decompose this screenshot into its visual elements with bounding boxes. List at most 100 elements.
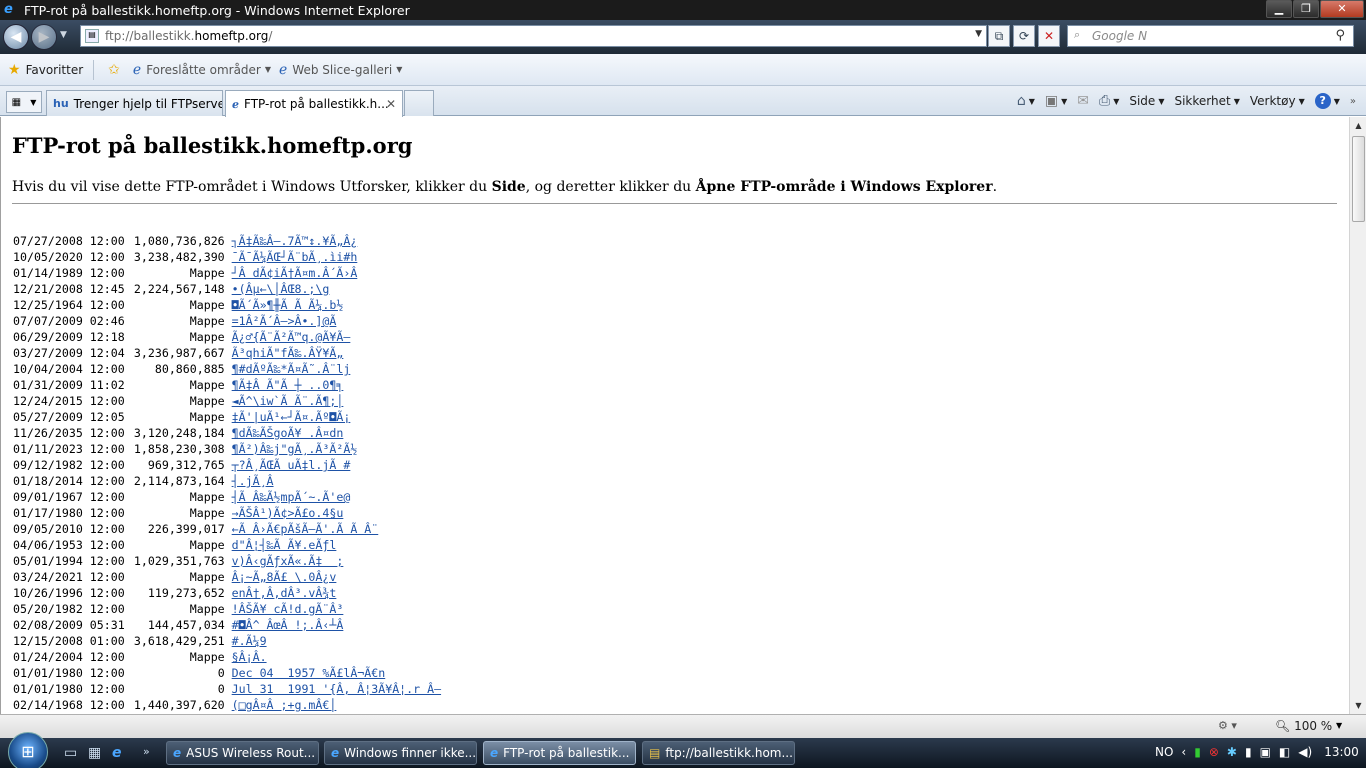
scroll-thumb[interactable]: [1352, 136, 1365, 222]
network-icon[interactable]: ▣: [1260, 745, 1271, 759]
entry-link[interactable]: ┐Ã‡Ã‰Â–.7Ã™↕.¥Ã„Â¿: [232, 234, 358, 248]
tray-expand-icon[interactable]: ‹: [1181, 745, 1186, 759]
web-slice-gallery-button[interactable]: ℯ Web Slice-galleri ▼: [279, 62, 402, 78]
tab-ftp-help[interactable]: hu Trenger hjelp til FTPserver ...: [46, 90, 223, 116]
taskbar-item-ftp-root[interactable]: e FTP-rot på ballestik...: [483, 741, 636, 765]
forward-button[interactable]: ▶: [31, 24, 57, 50]
quick-tabs-button[interactable]: ▦ ▼: [6, 91, 42, 113]
sync-icon[interactable]: ◧: [1279, 745, 1290, 759]
entry-link[interactable]: Â¡~Ã„8Ã£ \.0Â¿v: [232, 570, 337, 584]
entry-link[interactable]: ¶#dÃºÃ‰*Ã¤Ã˜.Â¨lj: [232, 362, 351, 376]
scroll-up-icon[interactable]: ▲: [1350, 117, 1366, 134]
entry-link[interactable]: enÂ†,Â,dÂ³.vÂ¾t: [232, 586, 337, 600]
vertical-scrollbar[interactable]: ▲ ▼: [1349, 117, 1366, 714]
favorites-button[interactable]: ★ Favoritter: [8, 62, 83, 78]
recent-pages-dropdown[interactable]: ▼: [60, 30, 67, 40]
entry-link[interactable]: ◘Ã´Ã»¶╫Ã Ã Ã¼.b½: [232, 298, 344, 312]
volume-icon[interactable]: ◀): [1298, 745, 1312, 759]
directory-listing: 07/27/2008 12:00 1,080,736,826 ┐Ã‡Ã‰Â–.7…: [13, 233, 441, 713]
address-dropdown-icon[interactable]: ▼: [975, 29, 982, 39]
entry-date: 09/12/1982 12:00: [13, 458, 125, 472]
read-mail-button[interactable]: ✉: [1077, 93, 1089, 109]
tab-ftp-root[interactable]: ℯ FTP-rot på ballestikk.h... ✕: [225, 90, 403, 117]
entry-link[interactable]: Ã³qhiÃ"fÃ‰.ÂŸ¥Ã„: [232, 346, 344, 360]
entry-link[interactable]: →ÃŠÂ¹)Ã¢>Ã£o.4§u: [232, 506, 344, 520]
search-icon[interactable]: ⚲: [1335, 28, 1345, 43]
stop-icon[interactable]: ✕: [1038, 25, 1060, 47]
chevron-icon[interactable]: »: [1350, 96, 1356, 107]
protected-mode-icon[interactable]: ⚙ ▾: [1218, 719, 1237, 732]
taskbar-item-ftp-explorer[interactable]: ▤ ftp://ballestikk.hom...: [642, 741, 795, 765]
chevron-down-icon: ▼: [396, 65, 403, 74]
entry-link[interactable]: ┘Â dÃ¢iÃ†Ã¤m.Â´Ã›Â: [232, 266, 358, 280]
ie-quicklaunch-icon[interactable]: e: [112, 745, 122, 761]
taskbar-item-asus[interactable]: e ASUS Wireless Rout...: [166, 741, 319, 765]
entry-link[interactable]: ¯Ã¯Ã¼ÃŒ┘Ã¨bÃ¸.ìi#h: [232, 250, 358, 264]
start-button[interactable]: ⊞: [8, 732, 48, 768]
entry-link[interactable]: #.Ã¼9: [232, 634, 267, 648]
app-tray-icon[interactable]: ▮: [1194, 745, 1201, 759]
entry-link[interactable]: (□gÂ¤Â ;+g.mÂ€│: [232, 698, 337, 712]
entry-link[interactable]: ◄Ã^\iw`Ã Ã¨.Ã¶;│: [232, 394, 344, 408]
entry-link[interactable]: v)Â‹gÃƒxÃ«.Ã‡ ;: [232, 554, 344, 568]
listing-row: 03/24/2021 12:00 Mappe Â¡~Ã„8Ã£ \.0Â¿v: [13, 569, 441, 585]
entry-link[interactable]: ‡Ã'|uÃ¹←┘Ã¤.Ãº◘Ã¡: [232, 410, 351, 424]
language-indicator[interactable]: NO: [1155, 745, 1173, 759]
entry-link[interactable]: Jul 31 1991 '{Â, Â¦3Ã¥Â¦.r Â–: [232, 682, 441, 696]
entry-link[interactable]: ¶Ã²)Â‰j"gÃ¸.Ã³Ã²Ã½: [232, 442, 358, 456]
entry-link[interactable]: ←Ã Â›Ã€pÃšÃ–Ã'.Ã Ã Â¨: [232, 522, 379, 536]
address-url[interactable]: ftp://ballestikk.homeftp.org/: [105, 29, 272, 43]
entry-link[interactable]: ¶Ã‡Â Ã"Ã ┼ ..0¶╕: [232, 378, 344, 392]
entry-link[interactable]: Ã¿♂{Ã¨Ã²Ã™q.@Ã¥Ã–: [232, 330, 351, 344]
entry-date: 12/15/2008 01:00: [13, 634, 125, 648]
entry-link[interactable]: =1Â²Ã´Â–>Â•.]@Ã: [232, 314, 337, 328]
tab-list-dropdown-icon[interactable]: ▼: [30, 98, 36, 107]
zoom-level[interactable]: 🔍︎ 100 %: [1275, 719, 1332, 733]
listing-row: 01/01/1980 12:00 0 Dec 04 1957 %Ã£lÂ¬Ã€n: [13, 665, 441, 681]
print-button[interactable]: ⎙ ▼: [1099, 93, 1119, 109]
security-tray-icon[interactable]: ⊗: [1209, 745, 1219, 759]
search-box[interactable]: ⌕ Google N ⚲: [1067, 25, 1354, 47]
entry-link[interactable]: !ÂŠÃ¥ cÃ!d.gÃ¨Â³: [232, 602, 344, 616]
scroll-down-icon[interactable]: ▼: [1350, 697, 1366, 714]
entry-link[interactable]: •(Âµ←\│ÂŒ8.;\g: [232, 282, 330, 296]
close-tab-icon[interactable]: ✕: [386, 97, 396, 111]
maximize-button[interactable]: ❐: [1293, 0, 1319, 18]
entry-link[interactable]: ┤Ã Â‰Ã½mpÃ´~.Ã'e@: [232, 490, 351, 504]
address-bar[interactable]: ▤ ftp://ballestikk.homeftp.org/ ▼: [80, 25, 987, 47]
entry-link[interactable]: d"Â¦┤‰Ã Ã¥.eÃƒl: [232, 538, 337, 552]
help-button[interactable]: ? ▼: [1314, 93, 1340, 109]
feeds-button[interactable]: ▣ ▼: [1045, 93, 1067, 109]
entry-link[interactable]: ¶dÃ‰ÃŠgoÃ¥ .Â¤dn: [232, 426, 344, 440]
entry-link[interactable]: §Â¡Â.: [232, 650, 267, 664]
compatibility-view-icon[interactable]: ⧉: [988, 25, 1010, 47]
safety-menu[interactable]: Sikkerhet ▼: [1174, 94, 1239, 108]
tools-menu[interactable]: Verktøy ▼: [1250, 94, 1305, 108]
refresh-icon[interactable]: ⟳: [1013, 25, 1035, 47]
power-icon[interactable]: ▮: [1245, 745, 1252, 759]
taskbar-item-windows-finner[interactable]: e Windows finner ikke...: [324, 741, 477, 765]
tab-row: ▦ ▼ hu Trenger hjelp til FTPserver ... ℯ…: [0, 86, 1366, 117]
listing-row: 04/06/1953 12:00 Mappe d"Â¦┤‰Ã Ã¥.eÃƒl: [13, 537, 441, 553]
zoom-dropdown-icon[interactable]: ▼: [1336, 721, 1342, 730]
window-switcher-icon[interactable]: ▦: [88, 745, 101, 761]
add-favorites-bar-button[interactable]: ✩: [108, 62, 125, 78]
home-button[interactable]: ⌂ ▼: [1017, 93, 1035, 109]
entry-link[interactable]: ┬?Â¸ÃŒÃ uÃ‡l.jÃ #: [232, 458, 351, 472]
back-button[interactable]: ◀: [3, 24, 29, 50]
entry-link[interactable]: ┤.jÃ¸Â: [232, 474, 274, 488]
entry-link[interactable]: Dec 04 1957 %Ã£lÂ¬Ã€n: [232, 666, 386, 680]
listing-row: 03/27/2009 12:04 3,236,987,667 Ã³qhiÃ"fÃ…: [13, 345, 441, 361]
new-tab-button[interactable]: [404, 90, 434, 116]
clock[interactable]: 13:00: [1324, 745, 1359, 759]
suggested-sites-button[interactable]: ℯ Foreslåtte områder ▼: [133, 62, 271, 78]
entry-link[interactable]: #◘Â^ ÂœÂ !;.Â‹┴Â: [232, 618, 344, 632]
page-menu[interactable]: Side ▼: [1129, 94, 1164, 108]
minimize-button[interactable]: ▁: [1266, 0, 1292, 18]
listing-row: 01/17/1980 12:00 Mappe →ÃŠÂ¹)Ã¢>Ã£o.4§u: [13, 505, 441, 521]
quicklaunch-more-icon[interactable]: »: [143, 745, 150, 758]
close-window-button[interactable]: ✕: [1320, 0, 1364, 18]
show-desktop-icon[interactable]: ▭: [64, 745, 77, 761]
ie-page-icon: ℯ: [132, 61, 142, 78]
network-star-icon[interactable]: ✱: [1227, 745, 1237, 759]
